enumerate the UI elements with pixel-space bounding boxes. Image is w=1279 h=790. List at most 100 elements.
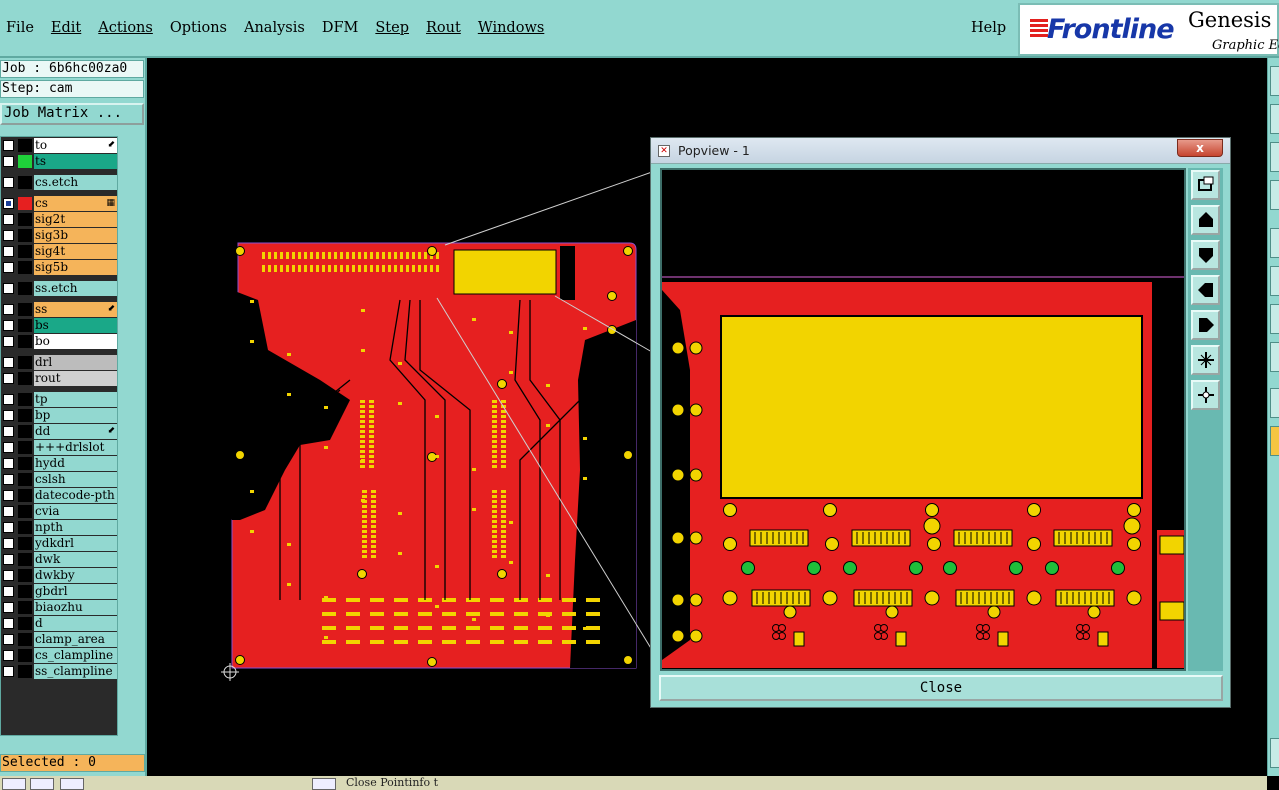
- close-icon[interactable]: x: [1177, 139, 1223, 157]
- layer-checkbox[interactable]: [3, 320, 14, 331]
- layer-row-ss[interactable]: ss ⬋: [1, 302, 117, 317]
- layer-color-swatch[interactable]: [18, 155, 32, 168]
- job-matrix-button[interactable]: Job Matrix ...: [0, 103, 144, 125]
- layer-checkbox[interactable]: [3, 650, 14, 661]
- layer-row-ydkdrl[interactable]: ydkdrl: [1, 536, 117, 551]
- layer-checkbox[interactable]: [3, 666, 14, 677]
- layer-name[interactable]: ss_clampline: [34, 664, 117, 679]
- layer-checkbox[interactable]: [3, 586, 14, 597]
- layer-color-swatch[interactable]: [18, 441, 32, 454]
- layer-name[interactable]: bp: [34, 408, 117, 423]
- layer-name[interactable]: sig4t: [34, 244, 117, 259]
- status-button-2[interactable]: [30, 778, 54, 790]
- layer-row-cvia[interactable]: cvia: [1, 504, 117, 519]
- layer-name[interactable]: npth: [34, 520, 117, 535]
- right-tool-1[interactable]: [1270, 66, 1279, 96]
- layer-color-swatch[interactable]: [18, 319, 32, 332]
- layer-row-cs-clampline[interactable]: cs_clampline: [1, 648, 117, 663]
- menu-analysis[interactable]: Analysis: [244, 20, 305, 36]
- layer-checkbox[interactable]: [3, 410, 14, 421]
- layer-checkbox[interactable]: [3, 198, 14, 209]
- layer-row-ts[interactable]: ts: [1, 154, 117, 169]
- layer-checkbox[interactable]: [3, 373, 14, 384]
- layer-name[interactable]: cslsh: [34, 472, 117, 487]
- layer-name[interactable]: cs_clampline: [34, 648, 117, 663]
- layer-row-sig5b[interactable]: sig5b: [1, 260, 117, 275]
- layer-row-drl[interactable]: drl: [1, 355, 117, 370]
- layer-checkbox[interactable]: [3, 283, 14, 294]
- pan-right-button[interactable]: [1191, 310, 1220, 340]
- layer-name[interactable]: tp: [34, 392, 117, 407]
- right-tool-6[interactable]: [1270, 266, 1279, 296]
- layer-row-to[interactable]: to ⬋: [1, 138, 117, 153]
- right-tool-2[interactable]: [1270, 104, 1279, 134]
- layer-checkbox[interactable]: [3, 634, 14, 645]
- right-tool-9[interactable]: [1270, 388, 1279, 418]
- right-tool-8[interactable]: [1270, 342, 1279, 372]
- menu-options[interactable]: Options: [170, 20, 227, 36]
- layer-checkbox[interactable]: [3, 602, 14, 613]
- layer-row-d[interactable]: d: [1, 616, 117, 631]
- layer-name[interactable]: ss.etch: [34, 281, 117, 296]
- layer-row-bo[interactable]: bo: [1, 334, 117, 349]
- layer-color-swatch[interactable]: [18, 282, 32, 295]
- menu-edit[interactable]: Edit: [51, 20, 81, 36]
- layer-color-swatch[interactable]: [18, 197, 32, 210]
- layer-checkbox[interactable]: [3, 156, 14, 167]
- layer-color-swatch[interactable]: [18, 303, 32, 316]
- popview-canvas[interactable]: [660, 168, 1186, 671]
- layer-color-swatch[interactable]: [18, 176, 32, 189]
- layer-checkbox[interactable]: [3, 458, 14, 469]
- layer-name[interactable]: biaozhu: [34, 600, 117, 615]
- layer-checkbox[interactable]: [3, 140, 14, 151]
- layer-checkbox[interactable]: [3, 554, 14, 565]
- layer-color-swatch[interactable]: [18, 409, 32, 422]
- layer-checkbox[interactable]: [3, 246, 14, 257]
- status-button-4[interactable]: [312, 778, 336, 790]
- layer-row-clamp-area[interactable]: clamp_area: [1, 632, 117, 647]
- menu-dfm[interactable]: DFM: [322, 20, 359, 36]
- layer-name[interactable]: gbdrl: [34, 584, 117, 599]
- layer-checkbox[interactable]: [3, 490, 14, 501]
- layer-color-swatch[interactable]: [18, 245, 32, 258]
- menu-step[interactable]: Step: [375, 20, 409, 36]
- menu-rout[interactable]: Rout: [426, 20, 461, 36]
- layer-checkbox[interactable]: [3, 538, 14, 549]
- layer-name[interactable]: to ⬋: [34, 138, 117, 153]
- right-tool-3[interactable]: [1270, 142, 1279, 172]
- layer-checkbox[interactable]: [3, 442, 14, 453]
- layer-color-swatch[interactable]: [18, 601, 32, 614]
- layer-row-sig2t[interactable]: sig2t: [1, 212, 117, 227]
- layer-checkbox[interactable]: [3, 394, 14, 405]
- layer-checkbox[interactable]: [3, 426, 14, 437]
- layer-checkbox[interactable]: [3, 177, 14, 188]
- layer-color-swatch[interactable]: [18, 505, 32, 518]
- layer-row-cs-etch[interactable]: cs.etch: [1, 175, 117, 190]
- close-button[interactable]: Close: [659, 675, 1223, 701]
- status-button-3[interactable]: [60, 778, 84, 790]
- layer-checkbox[interactable]: [3, 230, 14, 241]
- pan-left-button[interactable]: [1191, 275, 1220, 305]
- layer-row-npth[interactable]: npth: [1, 520, 117, 535]
- layer-name[interactable]: dd ⬋: [34, 424, 117, 439]
- menu-windows[interactable]: Windows: [478, 20, 545, 36]
- layer-row-datecode-pth[interactable]: datecode-pth: [1, 488, 117, 503]
- pan-up-button[interactable]: [1191, 205, 1220, 235]
- right-tool-7[interactable]: [1270, 304, 1279, 334]
- layer-color-swatch[interactable]: [18, 489, 32, 502]
- layer-row-ss-clampline[interactable]: ss_clampline: [1, 664, 117, 679]
- layer-row-tp[interactable]: tp: [1, 392, 117, 407]
- right-tool-4[interactable]: [1270, 180, 1279, 210]
- layer-color-swatch[interactable]: [18, 553, 32, 566]
- layer-row-bp[interactable]: bp: [1, 408, 117, 423]
- layer-name[interactable]: drl: [34, 355, 117, 370]
- pan-down-button[interactable]: [1191, 240, 1220, 270]
- layer-name[interactable]: clamp_area: [34, 632, 117, 647]
- menu-help[interactable]: Help: [971, 20, 1006, 36]
- layer-row-cs[interactable]: cs ▦: [1, 196, 117, 211]
- layer-color-swatch[interactable]: [18, 617, 32, 630]
- popview-titlebar[interactable]: ✕ Popview - 1 x: [651, 138, 1230, 164]
- zoom-out-button[interactable]: [1191, 380, 1220, 410]
- layer-color-swatch[interactable]: [18, 633, 32, 646]
- layer-row-gbdrl[interactable]: gbdrl: [1, 584, 117, 599]
